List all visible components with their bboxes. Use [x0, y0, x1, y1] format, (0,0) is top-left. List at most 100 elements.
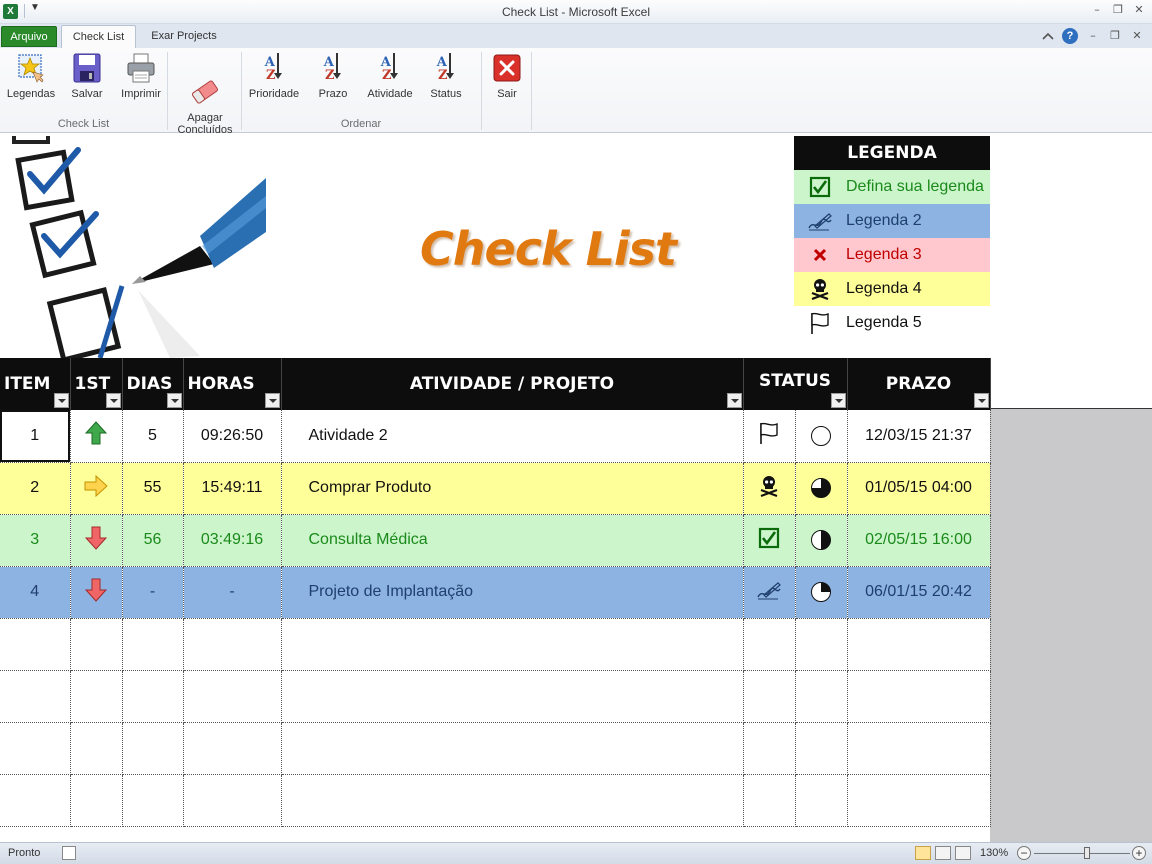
cell-priority[interactable] — [70, 566, 123, 619]
legendas-button[interactable]: Legendas — [4, 52, 58, 100]
column-header-status[interactable]: STATUS — [743, 358, 848, 410]
flag-icon — [794, 311, 846, 335]
tab-file[interactable]: Arquivo — [1, 26, 57, 47]
workbook-restore-button[interactable]: ❐ — [1108, 29, 1122, 43]
zoom-level[interactable]: 130% — [980, 847, 1008, 859]
macro-record-icon[interactable] — [62, 846, 76, 860]
filter-dropdown-icon[interactable] — [726, 393, 742, 408]
cell-progress[interactable] — [795, 410, 848, 463]
cell-horas[interactable]: 09:26:50 — [183, 410, 282, 463]
close-button[interactable]: ✕ — [1132, 3, 1146, 17]
skull-icon — [794, 278, 846, 300]
workbook-close-button[interactable]: ✕ — [1130, 29, 1144, 43]
column-header-item[interactable]: ITEM — [0, 358, 71, 410]
cell-dias[interactable]: - — [122, 566, 184, 619]
filter-dropdown-icon[interactable] — [264, 393, 280, 408]
group-label-check-list: Check List — [57, 118, 110, 130]
sort-prioridade-button[interactable]: AZ Prioridade — [245, 52, 303, 100]
column-header-dias[interactable]: DIAS — [122, 358, 184, 410]
column-header-horas[interactable]: HORAS — [183, 358, 282, 410]
cell-progress[interactable] — [795, 462, 848, 515]
cell-dias[interactable]: 56 — [122, 514, 184, 567]
cell-dias[interactable]: 55 — [122, 462, 184, 515]
cell-atividade[interactable]: Atividade 2 — [281, 410, 744, 463]
sort-az-icon: AZ — [317, 52, 349, 84]
legend-row[interactable]: Legenda 3 — [794, 238, 990, 272]
status-label: Status — [430, 88, 462, 100]
worksheet[interactable]: Check List LEGENDA Defina sua legenda Le… — [0, 136, 1152, 842]
view-buttons — [915, 846, 971, 860]
ribbon-tabs: Arquivo Check List Exar Projects ? – ❐ ✕ — [0, 24, 1152, 48]
atividade-label: Atividade — [367, 88, 413, 100]
sort-status-button[interactable]: AZ Status — [424, 52, 468, 100]
zoom-slider-thumb[interactable] — [1084, 847, 1090, 859]
salvar-button[interactable]: Salvar — [62, 52, 112, 100]
cell-progress[interactable] — [795, 514, 848, 567]
table-row: 1 5 09:26:50 Atividade 2 12/03/15 21:37 — [0, 410, 991, 463]
sair-button[interactable]: Sair — [486, 52, 528, 100]
imprimir-label: Imprimir — [121, 88, 161, 100]
legend-row[interactable]: Legenda 4 — [794, 272, 990, 306]
zoom-in-button[interactable]: + — [1132, 846, 1146, 860]
cell-item[interactable]: 2 — [0, 462, 71, 515]
cell-prazo[interactable]: 12/03/15 21:37 — [847, 410, 991, 463]
filter-dropdown-icon[interactable] — [53, 393, 69, 408]
restore-button[interactable]: ❐ — [1111, 3, 1125, 17]
legend-row[interactable]: Legenda 2 — [794, 204, 990, 238]
checkbox-check-icon — [794, 176, 846, 198]
status-bar: Pronto 130% − + — [0, 842, 1152, 864]
cell-status-icon[interactable] — [743, 566, 796, 619]
sort-az-icon: AZ — [374, 52, 406, 84]
cell-atividade[interactable]: Comprar Produto — [281, 462, 744, 515]
cell-horas[interactable]: - — [183, 566, 282, 619]
progress-pie-icon — [811, 582, 831, 602]
cell-status-icon[interactable] — [743, 514, 796, 567]
prioridade-label: Prioridade — [248, 88, 300, 100]
cell-horas[interactable]: 03:49:16 — [183, 514, 282, 567]
cell-status-icon[interactable] — [743, 410, 796, 463]
cell-item[interactable]: 3 — [0, 514, 71, 567]
group-separator — [167, 52, 168, 130]
zoom-slider-track[interactable] — [1034, 853, 1130, 854]
apagar-concluidos-button[interactable]: Apagar Concluídos — [172, 52, 238, 148]
cell-horas[interactable]: 15:49:11 — [183, 462, 282, 515]
filter-dropdown-icon[interactable] — [105, 393, 121, 408]
imprimir-button[interactable]: Imprimir — [116, 52, 166, 100]
workbook-minimize-button[interactable]: – — [1086, 29, 1100, 43]
signature-pen-icon — [757, 581, 781, 599]
filter-dropdown-icon[interactable] — [830, 393, 846, 408]
sort-atividade-button[interactable]: AZ Atividade — [363, 52, 417, 100]
cell-atividade[interactable]: Projeto de Implantação — [281, 566, 744, 619]
column-header-1st[interactable]: 1ST — [70, 358, 123, 410]
filter-dropdown-icon[interactable] — [973, 393, 989, 408]
page-break-view-icon[interactable] — [955, 846, 971, 860]
normal-view-icon[interactable] — [915, 846, 931, 860]
tab-check-list[interactable]: Check List — [61, 25, 136, 48]
column-header-atividade[interactable]: ATIVIDADE / PROJETO — [281, 358, 744, 410]
sort-prazo-button[interactable]: AZ Prazo — [310, 52, 356, 100]
cell-dias[interactable]: 5 — [122, 410, 184, 463]
cell-prazo[interactable]: 01/05/15 04:00 — [847, 462, 991, 515]
legend-star-icon — [15, 52, 47, 84]
legend-row[interactable]: Defina sua legenda — [794, 170, 990, 204]
legend-row[interactable]: Legenda 5 — [794, 306, 990, 340]
column-header-prazo[interactable]: PRAZO — [847, 358, 991, 410]
cell-progress[interactable] — [795, 566, 848, 619]
cell-prazo[interactable]: 06/01/15 20:42 — [847, 566, 991, 619]
zoom-out-button[interactable]: − — [1017, 846, 1031, 860]
cell-prazo[interactable]: 02/05/15 16:00 — [847, 514, 991, 567]
minimize-button[interactable]: – — [1090, 3, 1104, 17]
cell-item[interactable]: 4 — [0, 566, 71, 619]
collapse-ribbon-icon[interactable] — [1042, 31, 1054, 41]
cell-atividade[interactable]: Consulta Médica — [281, 514, 744, 567]
cell-item[interactable]: 1 — [0, 410, 71, 463]
cell-priority[interactable] — [70, 514, 123, 567]
help-icon[interactable]: ? — [1062, 28, 1078, 44]
page-layout-view-icon[interactable] — [935, 846, 951, 860]
cell-priority[interactable] — [70, 462, 123, 515]
tab-exar-projects[interactable]: Exar Projects — [140, 25, 228, 48]
table-row: 4 - - Projeto de Implantação 06/01/15 20… — [0, 566, 991, 619]
cell-status-icon[interactable] — [743, 462, 796, 515]
filter-dropdown-icon[interactable] — [166, 393, 182, 408]
cell-priority[interactable] — [70, 410, 123, 463]
